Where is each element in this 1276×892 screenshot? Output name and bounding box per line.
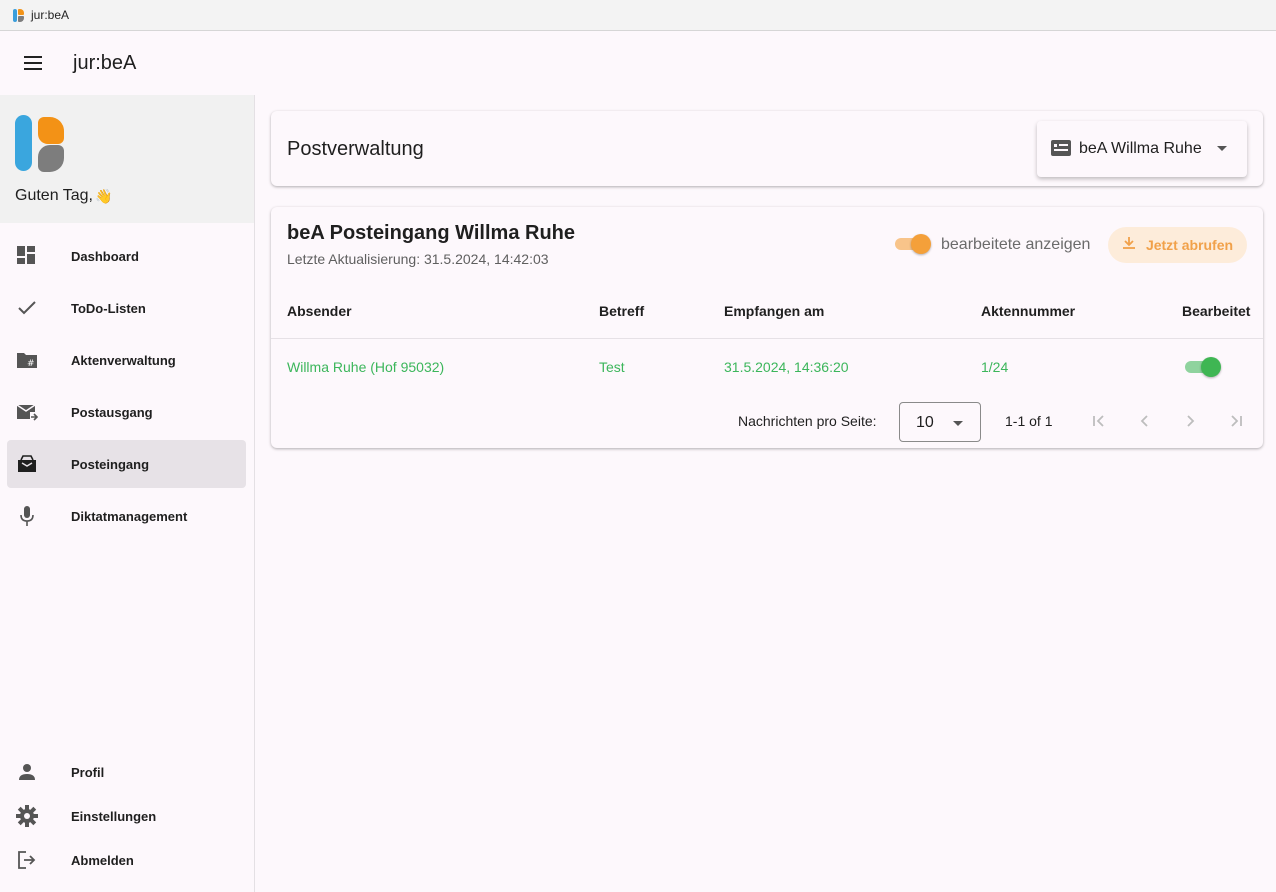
first-page-icon[interactable] — [1085, 407, 1113, 435]
table-row[interactable]: Willma Ruhe (Hof 95032) Test 31.5.2024, … — [271, 339, 1263, 396]
sidebar-item-dashboard[interactable]: Dashboard — [7, 232, 246, 280]
sidebar-item-label: Diktatmanagement — [71, 508, 188, 524]
app-logo-icon — [13, 8, 25, 22]
inbox-card: beA Posteingang Willma Ruhe Letzte Aktua… — [271, 207, 1263, 448]
microphone-icon — [15, 504, 39, 528]
fetch-now-label: Jetzt abrufen — [1145, 237, 1234, 253]
next-page-icon[interactable] — [1176, 407, 1204, 435]
fetch-now-button[interactable]: Jetzt abrufen — [1108, 227, 1247, 263]
waving-hand-icon: 👋 — [94, 187, 113, 204]
cell-file-number: 1/24 — [981, 359, 1009, 375]
sidebar-item-label: Dashboard — [71, 248, 139, 264]
logout-icon — [15, 848, 39, 872]
sidebar-item-label: Aktenverwaltung — [71, 352, 176, 368]
last-page-icon[interactable] — [1222, 407, 1250, 435]
chevron-down-icon — [1217, 146, 1227, 151]
greeting: Guten Tag, 👋 — [15, 187, 239, 205]
mailbox-card-icon — [1051, 139, 1071, 159]
rows-per-page-label: Nachrichten pro Seite: — [738, 413, 877, 429]
column-header-absender[interactable]: Absender — [287, 303, 352, 319]
app-title: jur:beA — [73, 51, 137, 74]
pagination: Nachrichten pro Seite: 10 1-1 of 1 — [271, 397, 1263, 442]
sidebar-item-aktenverwaltung[interactable]: # Aktenverwaltung — [7, 336, 246, 384]
column-header-bearbeitet[interactable]: Bearbeitet — [1182, 303, 1250, 319]
mail-send-icon — [15, 400, 39, 424]
top-app-bar: jur:beA — [0, 31, 1276, 95]
cell-subject: Test — [599, 359, 625, 375]
page-range: 1-1 of 1 — [1005, 413, 1053, 429]
menu-icon[interactable] — [13, 43, 53, 83]
folder-hash-icon: # — [15, 348, 39, 372]
sidebar-item-einstellungen[interactable]: Einstellungen — [7, 796, 247, 836]
download-icon — [1122, 236, 1136, 255]
sidebar-item-profil[interactable]: Profil — [7, 752, 247, 792]
brand-logo — [15, 115, 65, 173]
cell-sender: Willma Ruhe (Hof 95032) — [287, 359, 445, 375]
sidebar-item-abmelden[interactable]: Abmelden — [7, 840, 247, 880]
sidebar-item-label: Profil — [71, 764, 105, 780]
sidebar-nav: Dashboard ToDo-Listen # Aktenverwaltung … — [0, 223, 254, 540]
sidebar-item-label: Einstellungen — [71, 808, 157, 824]
chevron-down-icon — [953, 421, 963, 426]
check-icon — [15, 296, 39, 320]
rows-per-page-select[interactable]: 10 — [899, 402, 981, 442]
show-edited-toggle[interactable] — [893, 234, 931, 254]
previous-page-icon[interactable] — [1131, 407, 1159, 435]
column-header-empfangen[interactable]: Empfangen am — [724, 303, 824, 319]
column-header-betreff[interactable]: Betreff — [599, 303, 644, 319]
inbox-title: beA Posteingang Willma Ruhe — [287, 222, 575, 244]
edited-toggle[interactable] — [1183, 357, 1221, 377]
sidebar-item-diktatmanagement[interactable]: Diktatmanagement — [7, 492, 246, 540]
window-titlebar: jur:beA — [0, 0, 1276, 31]
sidebar-item-label: ToDo-Listen — [71, 300, 146, 316]
dashboard-icon — [15, 244, 39, 268]
page-title: Postverwaltung — [287, 138, 424, 160]
sidebar-bottom-nav: Profil Einstellungen Abmelden — [0, 752, 255, 884]
inbox-icon — [15, 452, 39, 476]
table-header: Absender Betreff Empfangen am Aktennumme… — [271, 289, 1263, 339]
rows-per-page-value: 10 — [916, 414, 934, 431]
sidebar-header: Guten Tag, 👋 — [0, 95, 254, 223]
sidebar-item-todo[interactable]: ToDo-Listen — [7, 284, 246, 332]
sidebar: Guten Tag, 👋 Dashboard ToDo-Listen # Akt… — [0, 95, 255, 892]
gear-icon — [15, 804, 39, 828]
postverwaltung-card: Postverwaltung beA Willma Ruhe — [271, 111, 1263, 186]
person-icon — [15, 760, 39, 784]
postbox-select[interactable]: beA Willma Ruhe — [1037, 121, 1247, 177]
cell-received: 31.5.2024, 14:36:20 — [724, 359, 849, 375]
last-update-text: Letzte Aktualisierung: 31.5.2024, 14:42:… — [287, 251, 549, 267]
greeting-text: Guten Tag, — [15, 187, 93, 204]
sidebar-item-label: Posteingang — [71, 456, 150, 472]
show-edited-label: bearbeitete anzeigen — [941, 236, 1091, 253]
column-header-aktennummer[interactable]: Aktennummer — [981, 303, 1075, 319]
sidebar-item-postausgang[interactable]: Postausgang — [7, 388, 246, 436]
sidebar-item-posteingang[interactable]: Posteingang — [7, 440, 246, 488]
svg-text:#: # — [27, 359, 35, 369]
sidebar-item-label: Abmelden — [71, 852, 134, 868]
postbox-select-value: beA Willma Ruhe — [1079, 140, 1202, 157]
sidebar-item-label: Postausgang — [71, 404, 153, 420]
window-title: jur:beA — [31, 8, 70, 22]
